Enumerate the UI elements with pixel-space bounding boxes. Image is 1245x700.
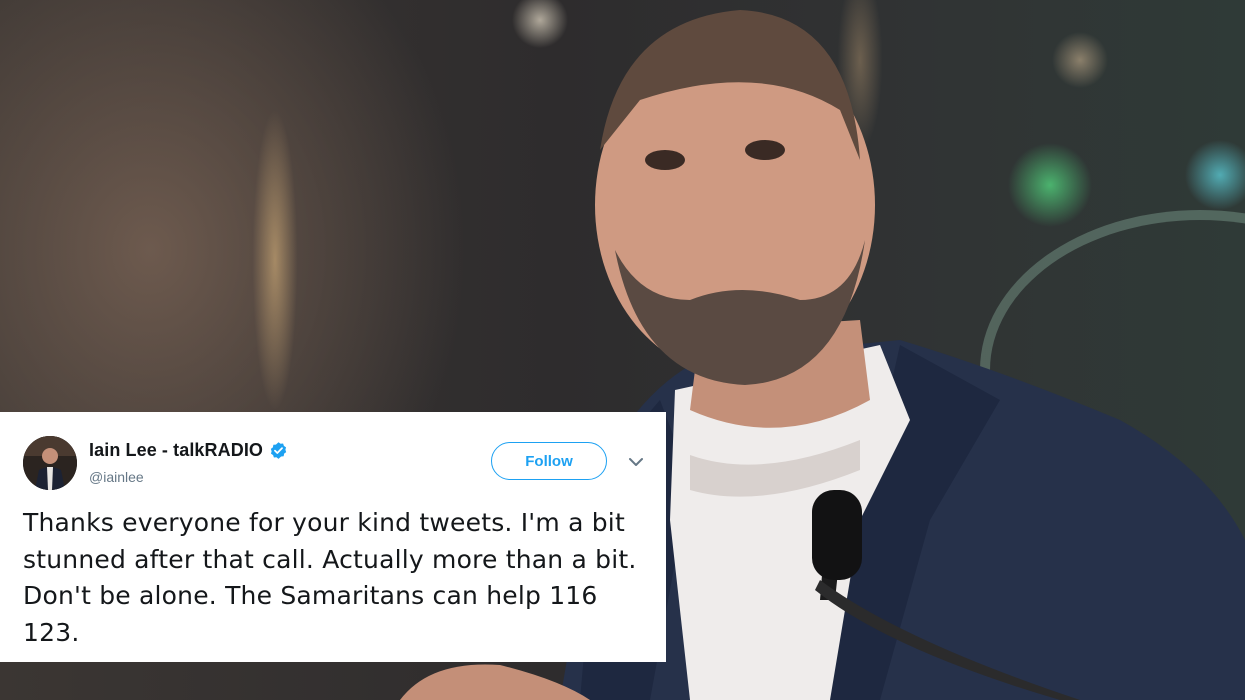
tweet-card: Iain Lee - talkRADIO @iainlee Follow Tha…: [0, 412, 666, 662]
tweet-text: Thanks everyone for your kind tweets. I'…: [23, 508, 637, 647]
chevron-down-icon[interactable]: [626, 455, 646, 469]
display-name[interactable]: Iain Lee - talkRADIO: [89, 440, 263, 461]
follow-button[interactable]: Follow: [491, 442, 607, 480]
verified-badge-icon: [270, 442, 287, 459]
author-row: Iain Lee - talkRADIO: [89, 440, 288, 461]
avatar[interactable]: [23, 436, 77, 490]
handle[interactable]: @iainlee: [89, 469, 144, 485]
avatar-image: [23, 436, 77, 490]
